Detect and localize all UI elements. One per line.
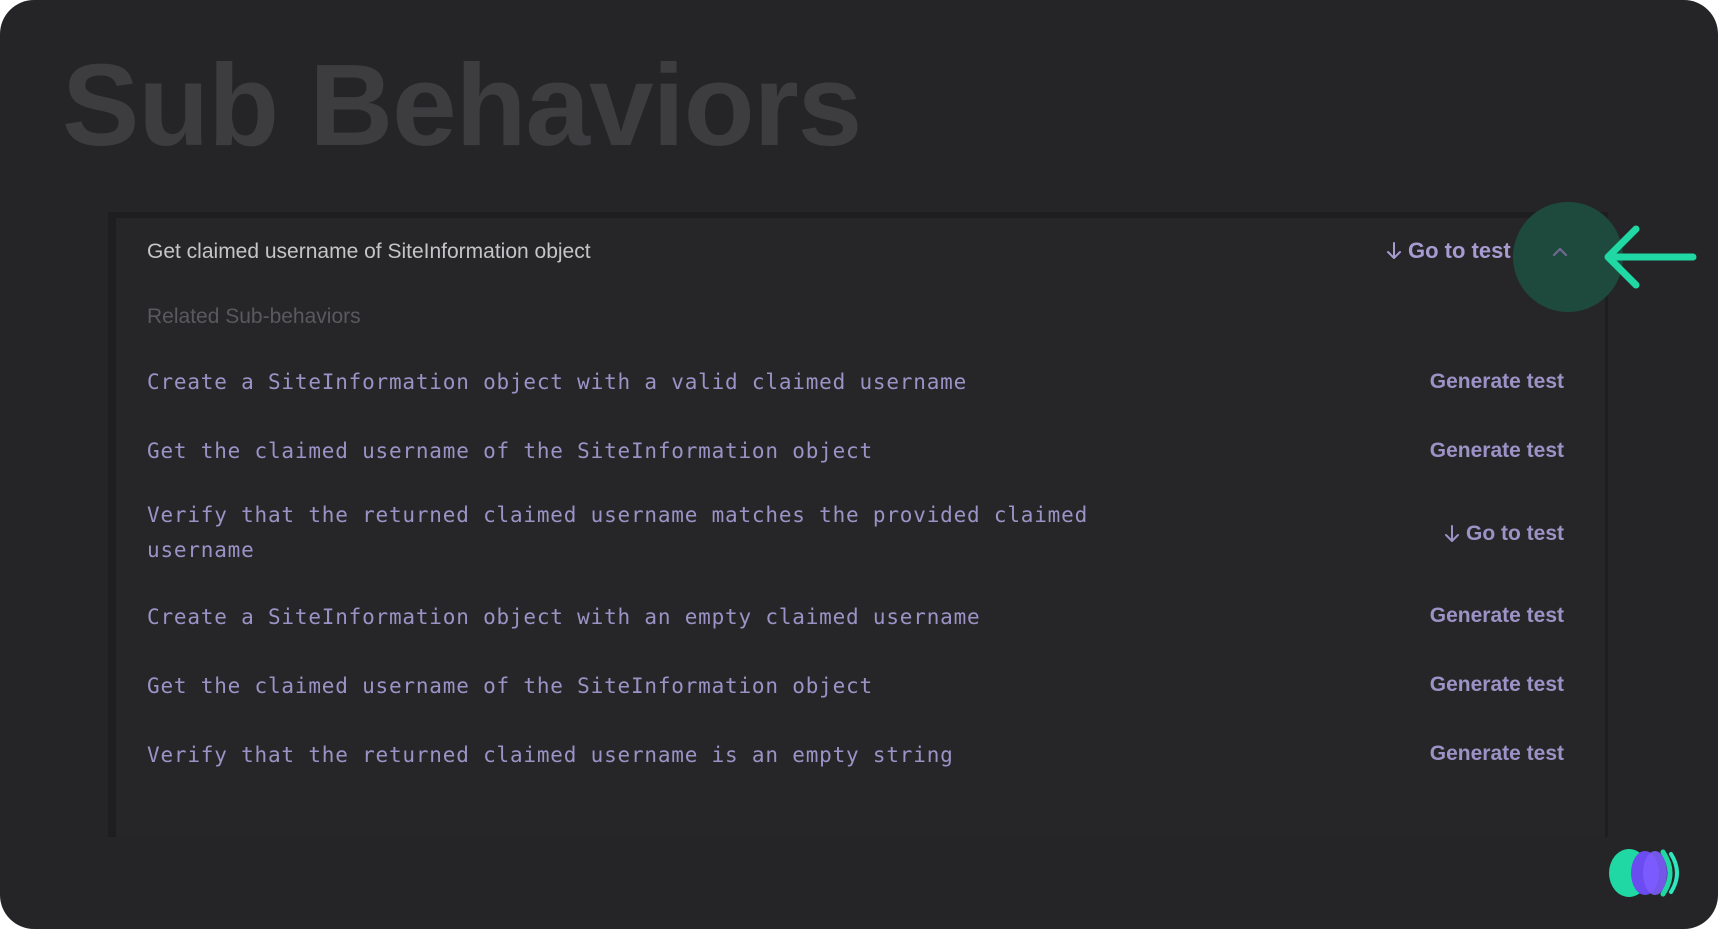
brand-logo bbox=[1609, 849, 1679, 897]
generate-test-label: Generate test bbox=[1429, 742, 1564, 765]
sub-behavior-text: Verify that the returned claimed usernam… bbox=[147, 743, 954, 767]
generate-test-button[interactable]: Generate test bbox=[1430, 439, 1564, 463]
go-to-test-label: Go to test bbox=[1408, 238, 1511, 263]
arrow-left-icon bbox=[1604, 225, 1697, 289]
generate-test-label: Generate test bbox=[1429, 439, 1564, 462]
chevron-up-icon[interactable] bbox=[1549, 241, 1571, 263]
sub-behavior-text: Create a SiteInformation object with a v… bbox=[147, 370, 968, 394]
generate-test-label: Generate test bbox=[1429, 673, 1564, 696]
page-title: Sub Behaviors bbox=[62, 40, 862, 170]
sub-behavior-text: Get the claimed username of the SiteInfo… bbox=[147, 439, 873, 463]
sub-behavior-text: Get the claimed username of the SiteInfo… bbox=[147, 674, 873, 698]
arrow-down-icon bbox=[1445, 525, 1459, 542]
go-to-test-button[interactable]: Go to test bbox=[1386, 238, 1511, 264]
sub-behavior-text: Verify that the returned claimed usernam… bbox=[147, 503, 1089, 562]
behavior-title: Get claimed username of SiteInformation … bbox=[147, 240, 591, 263]
generate-test-label: Generate test bbox=[1429, 604, 1564, 627]
arrow-down-icon bbox=[1387, 242, 1401, 259]
related-sub-behaviors-label: Related Sub-behaviors bbox=[147, 305, 361, 328]
presentation-frame: Sub Behaviors Get claimed username of Si… bbox=[0, 0, 1718, 929]
generate-test-button[interactable]: Generate test bbox=[1430, 673, 1564, 697]
generate-test-button[interactable]: Generate test bbox=[1430, 742, 1564, 766]
generate-test-button[interactable]: Generate test bbox=[1430, 370, 1564, 394]
go-to-test-label: Go to test bbox=[1466, 522, 1564, 545]
sub-behavior-text: Create a SiteInformation object with an … bbox=[147, 605, 981, 629]
generate-test-button[interactable]: Generate test bbox=[1430, 604, 1564, 628]
go-to-test-button[interactable]: Go to test bbox=[1444, 522, 1564, 546]
generate-test-label: Generate test bbox=[1429, 370, 1564, 393]
